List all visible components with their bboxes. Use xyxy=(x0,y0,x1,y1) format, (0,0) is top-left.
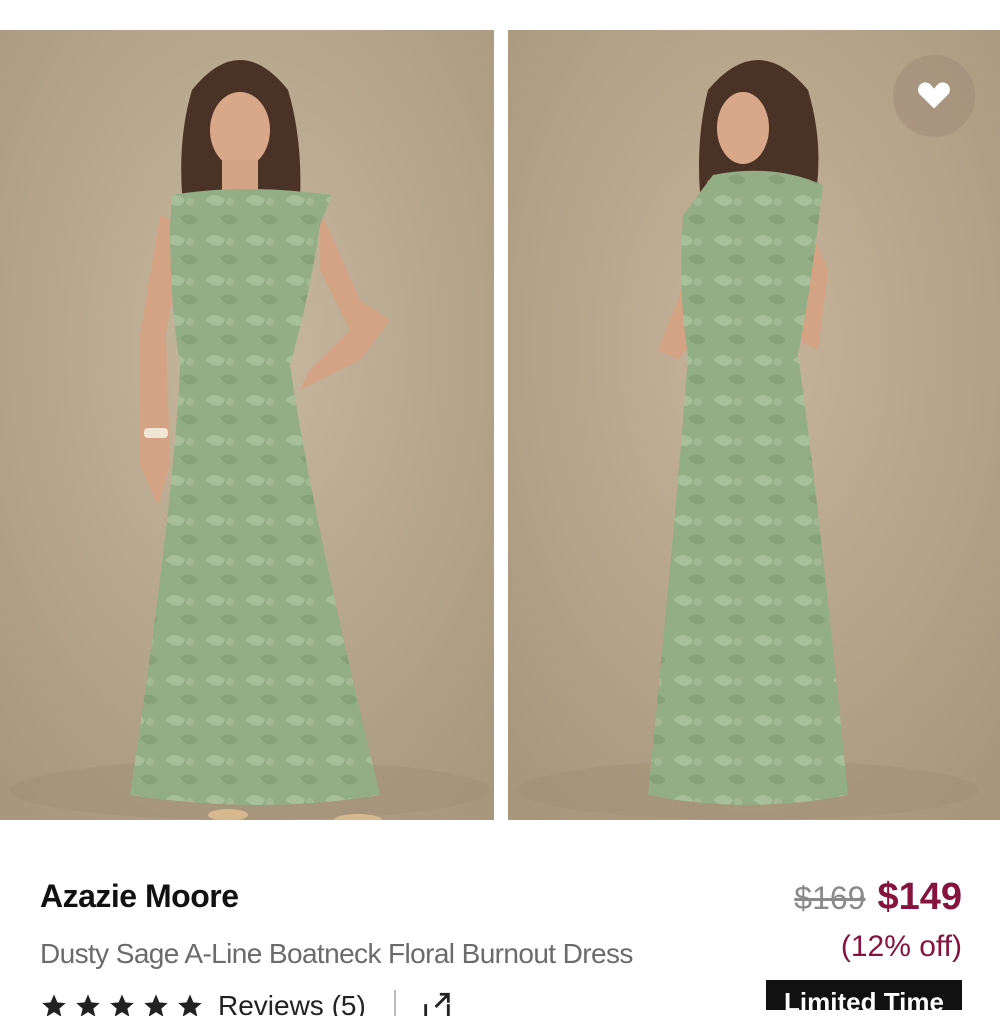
rating-row[interactable]: Reviews (5) xyxy=(40,986,454,1016)
front-view-photo[interactable] xyxy=(0,30,494,820)
product-title[interactable]: Dusty Sage A-Line Boatneck Floral Burnou… xyxy=(40,938,633,970)
star-rating xyxy=(40,992,204,1016)
top-strip xyxy=(0,0,1000,30)
star-icon xyxy=(176,992,204,1016)
heart-icon xyxy=(916,78,952,115)
share-icon[interactable] xyxy=(420,990,454,1016)
sale-price: $149 xyxy=(877,876,962,918)
favorite-button[interactable] xyxy=(893,55,975,137)
reviews-link[interactable]: Reviews (5) xyxy=(218,990,366,1016)
discount-label: (12% off) xyxy=(840,930,962,963)
star-icon xyxy=(74,992,102,1016)
star-icon xyxy=(108,992,136,1016)
product-info: Azazie Moore Dusty Sage A-Line Boatneck … xyxy=(0,820,1000,1016)
price-row: $169 $149 xyxy=(794,876,962,919)
divider xyxy=(393,990,396,1016)
star-icon xyxy=(142,992,170,1016)
star-icon xyxy=(40,992,68,1016)
original-price: $169 xyxy=(794,880,866,916)
back-view-photo[interactable] xyxy=(508,30,1000,820)
limited-time-badge: Limited Time xyxy=(766,980,962,1010)
product-brand: Azazie Moore xyxy=(40,878,239,914)
